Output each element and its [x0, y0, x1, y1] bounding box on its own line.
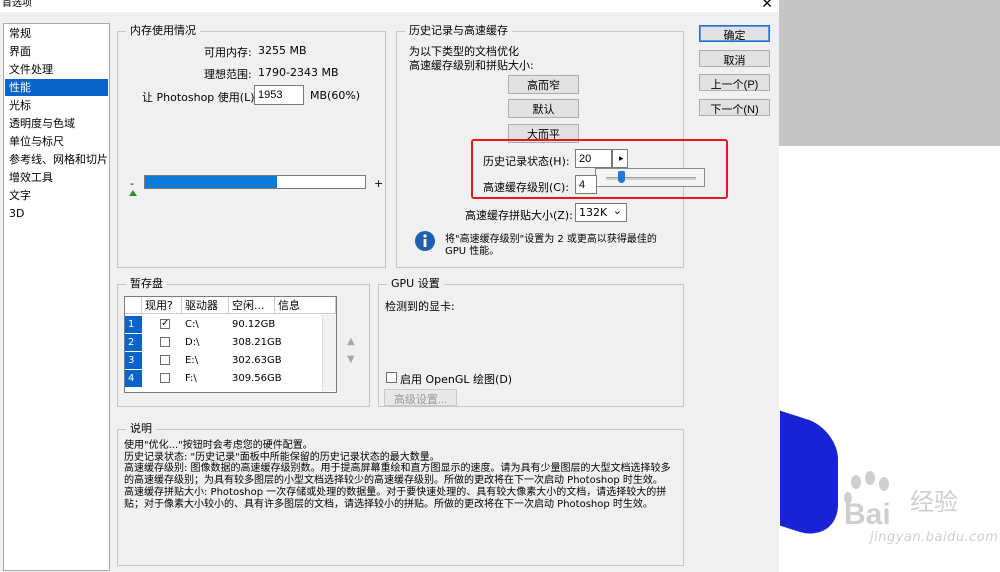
preferences-dialog: 首选项 ✕ 常规 界面 文件处理 性能 光标 透明度与色域 单位与标尺 参考线、…	[0, 0, 779, 572]
row-index[interactable]: 2	[125, 334, 142, 351]
description-title: 说明	[126, 422, 156, 436]
available-memory-value: 3255 MB	[258, 44, 307, 57]
row-index[interactable]: 3	[125, 352, 142, 369]
history-cache-title: 历史记录与高速缓存	[405, 24, 512, 38]
move-down-icon[interactable]: ▼	[347, 354, 355, 365]
cache-tile-size-value: 132K	[579, 206, 608, 219]
memory-slider-fill	[145, 176, 277, 188]
chevron-down-icon: ⌄	[612, 204, 622, 217]
let-photoshop-use-label: 让 Photoshop 使用(L):	[142, 91, 259, 104]
table-scrollbar[interactable]	[322, 315, 336, 391]
description-line: 历史记录状态: "历史记录"面板中所能保留的历史记录状态的最大数量。	[124, 451, 440, 463]
watermark-brand: Bai	[844, 498, 891, 530]
description-line: 高速缓存拼贴大小: Photoshop 一次存储或处理的数据量。对于要快速处理的…	[124, 486, 667, 510]
watermark-logo: Bai 经验	[844, 471, 958, 530]
window-title: 首选项	[2, 0, 32, 9]
free-cell: 309.56GB	[232, 373, 282, 384]
description-text: 使用"优化..."按钮时会考虑您的硬件配置。 历史记录状态: "历史记录"面板中…	[124, 440, 676, 510]
col-active[interactable]: 现用?	[142, 297, 182, 314]
nav-item-performance[interactable]: 性能	[5, 79, 108, 96]
ideal-range-label: 理想范围:	[204, 68, 252, 81]
watermark-brand-cn: 经验	[910, 488, 958, 516]
free-cell: 302.63GB	[232, 355, 282, 366]
memory-slider-track[interactable]	[144, 175, 366, 189]
nav-item-cursors[interactable]: 光标	[5, 97, 108, 114]
next-button[interactable]: 下一个(N)	[699, 99, 770, 116]
available-memory-label: 可用内存:	[204, 46, 252, 59]
drive-cell: E:\	[185, 355, 199, 366]
gpu-settings-title: GPU 设置	[387, 277, 444, 291]
drive-cell: D:\	[185, 337, 200, 348]
col-index	[125, 297, 142, 314]
category-list: 常规 界面 文件处理 性能 光标 透明度与色域 单位与标尺 参考线、网格和切片 …	[3, 23, 110, 571]
default-button[interactable]: 默认	[508, 99, 579, 118]
active-checkbox[interactable]	[160, 355, 170, 365]
cancel-button[interactable]: 取消	[699, 50, 770, 67]
row-index[interactable]: 1	[125, 316, 142, 333]
memory-amount-input[interactable]	[254, 85, 304, 105]
cache-tile-size-label: 高速缓存拼贴大小(Z):	[465, 209, 573, 222]
cache-tile-size-select[interactable]: 132K ⌄	[575, 203, 627, 222]
drive-cell: F:\	[185, 373, 197, 384]
history-intro-line2: 高速缓存级别和拼贴大小:	[409, 59, 534, 72]
nav-item-interface[interactable]: 界面	[5, 43, 108, 60]
close-icon[interactable]: ✕	[761, 0, 773, 11]
ok-button[interactable]: 确定	[699, 25, 770, 42]
free-cell: 308.21GB	[232, 337, 282, 348]
memory-slider-thumb[interactable]	[129, 190, 137, 196]
col-info[interactable]: 信息	[275, 297, 336, 314]
info-icon	[415, 231, 435, 251]
info-text-line2: GPU 性能。	[445, 246, 500, 257]
description-line: 高速缓存级别: 图像数据的高速缓存级别数。用于提高屏幕重绘和直方图显示的速度。请…	[124, 463, 671, 487]
background-gray-area	[779, 0, 1000, 146]
scratch-disks-table: 现用? 驱动器 空闲... 信息 1 ✓ C:\ 90.12GB 2 D:\ 3…	[124, 296, 337, 393]
description-line: 使用"优化..."按钮时会考虑您的硬件配置。	[124, 440, 313, 451]
memory-unit-label: MB(60%)	[310, 89, 361, 102]
free-cell: 90.12GB	[232, 319, 276, 330]
ideal-range-value: 1790-2343 MB	[258, 66, 339, 79]
nav-item-transparency[interactable]: 透明度与色域	[5, 115, 108, 132]
active-checkbox[interactable]: ✓	[160, 319, 170, 329]
nav-item-type[interactable]: 文字	[5, 187, 108, 204]
watermark-url: jingyan.baidu.com	[870, 530, 999, 545]
detected-gpu-label: 检测到的显卡:	[385, 300, 455, 313]
highlight-box	[471, 139, 728, 199]
memory-usage-title: 内存使用情况	[126, 24, 200, 38]
nav-item-plugins[interactable]: 增效工具	[5, 169, 108, 186]
opengl-checkbox[interactable]	[386, 372, 397, 383]
active-checkbox[interactable]	[160, 337, 170, 347]
memory-slider-max: +	[374, 177, 384, 190]
active-checkbox[interactable]	[160, 373, 170, 383]
row-index[interactable]: 4	[125, 370, 142, 387]
opengl-label: 启用 OpenGL 绘图(D)	[400, 373, 513, 386]
title-bar: 首选项 ✕	[0, 0, 779, 12]
drive-cell: C:\	[185, 319, 199, 330]
memory-slider-min: -	[130, 177, 134, 190]
nav-item-units-rulers[interactable]: 单位与标尺	[5, 133, 108, 150]
nav-item-guides-grid[interactable]: 参考线、网格和切片	[5, 151, 108, 168]
scratch-disks-title: 暂存盘	[126, 277, 167, 291]
move-up-icon[interactable]: ▲	[347, 336, 355, 347]
col-free[interactable]: 空闲...	[229, 297, 275, 314]
advanced-settings-button[interactable]: 高级设置...	[384, 389, 457, 406]
nav-item-general[interactable]: 常规	[5, 25, 108, 42]
col-drive[interactable]: 驱动器	[182, 297, 229, 314]
tall-thin-button[interactable]: 高而窄	[508, 75, 579, 94]
nav-item-file-handling[interactable]: 文件处理	[5, 61, 108, 78]
nav-item-3d[interactable]: 3D	[5, 205, 108, 222]
previous-button[interactable]: 上一个(P)	[699, 74, 770, 91]
